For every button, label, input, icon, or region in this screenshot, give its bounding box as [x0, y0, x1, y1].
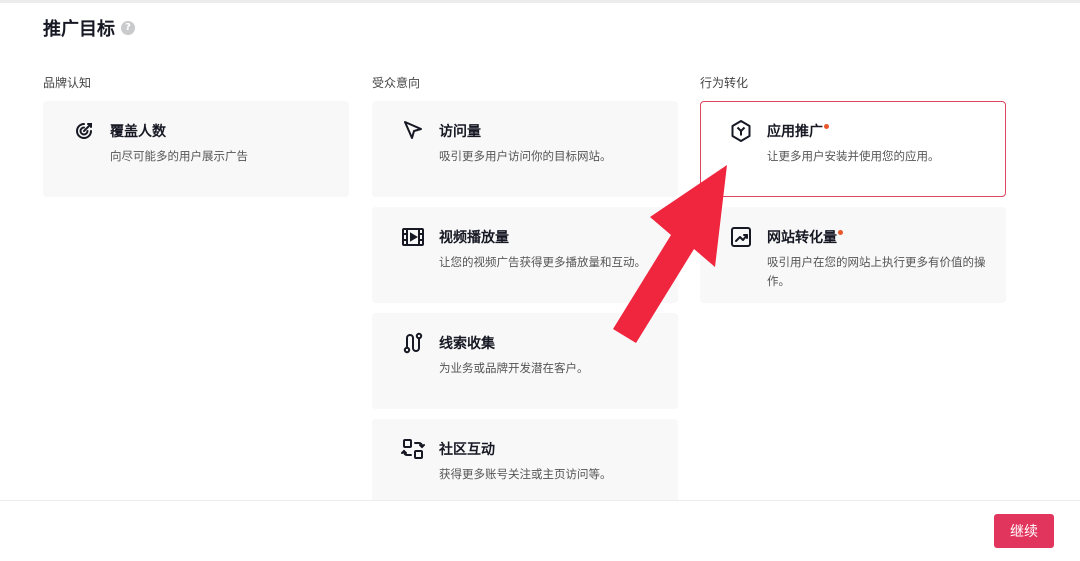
- column-label-conversion: 行为转化: [700, 76, 749, 90]
- card-title: 线索收集: [439, 336, 495, 352]
- card-desc: 获得更多账号关注或主页访问等。: [439, 467, 612, 481]
- card-title: 网站转化量: [767, 229, 843, 247]
- card-desc: 吸引用户在您的网站上执行更多有价值的操作。: [767, 255, 986, 288]
- film-icon: [402, 228, 424, 246]
- objective-card-website-conversions[interactable]: 网站转化量 吸引用户在您的网站上执行更多有价值的操作。: [700, 207, 1006, 303]
- cursor-icon: [404, 121, 422, 139]
- card-desc: 让您的视频广告获得更多播放量和互动。: [439, 255, 646, 269]
- objective-card-traffic[interactable]: 访问量 吸引更多用户访问你的目标网站。: [372, 101, 678, 197]
- new-badge-dot: [838, 230, 843, 235]
- objective-card-app-promotion[interactable]: 应用推广 让更多用户安装并使用您的应用。: [700, 101, 1006, 197]
- objective-card-reach[interactable]: 覆盖人数 向尽可能多的用户展示广告: [43, 101, 349, 197]
- card-desc: 让更多用户安装并使用您的应用。: [767, 149, 940, 163]
- card-title: 视频播放量: [439, 230, 509, 246]
- card-title-text: 应用推广: [767, 124, 823, 140]
- route-icon: [403, 332, 423, 354]
- column-label-audience-intent: 受众意向: [372, 76, 421, 90]
- card-title-text: 网站转化量: [767, 230, 837, 246]
- card-title: 应用推广: [767, 123, 829, 141]
- card-desc: 吸引更多用户访问你的目标网站。: [439, 149, 612, 163]
- card-title: 覆盖人数: [110, 124, 166, 140]
- page-title-text: 推广目标: [43, 19, 115, 40]
- page-title: 推广目标 ?: [43, 15, 135, 41]
- card-desc: 向尽可能多的用户展示广告: [110, 149, 248, 163]
- card-title: 访问量: [439, 124, 481, 140]
- top-divider: [0, 0, 1080, 3]
- objective-card-lead-generation[interactable]: 线索收集 为业务或品牌开发潜在客户。: [372, 313, 678, 409]
- new-badge-dot: [824, 124, 829, 129]
- trend-chart-icon: [731, 227, 751, 247]
- continue-button[interactable]: 继续: [994, 514, 1054, 548]
- card-title: 社区互动: [439, 442, 495, 458]
- card-desc: 为业务或品牌开发潜在客户。: [439, 361, 589, 375]
- community-icon: [401, 439, 425, 459]
- objective-card-video-views[interactable]: 视频播放量 让您的视频广告获得更多播放量和互动。: [372, 207, 678, 303]
- help-icon[interactable]: ?: [121, 21, 135, 35]
- target-icon: [76, 123, 92, 139]
- footer-bar: [0, 500, 1080, 561]
- app-icon: [731, 120, 751, 142]
- column-label-brand-awareness: 品牌认知: [43, 76, 92, 90]
